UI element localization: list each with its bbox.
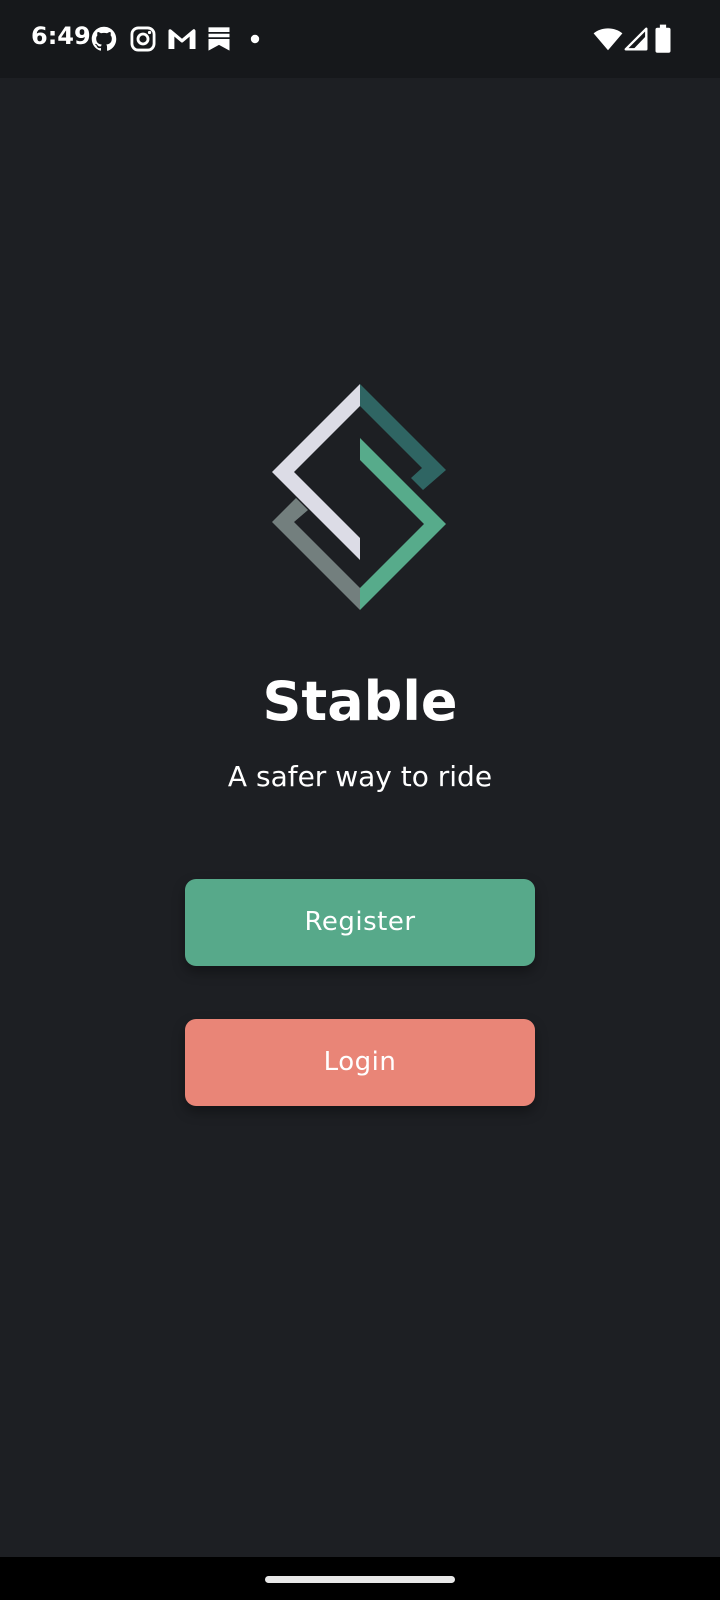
- welcome-screen: 6:49 Stable A safer way to ride Register…: [0, 0, 720, 1600]
- cellular-signal-icon: [623, 24, 649, 54]
- github-icon: [90, 24, 118, 54]
- gmail-icon: [167, 24, 197, 54]
- home-indicator[interactable]: [265, 1576, 455, 1583]
- navigation-bar: [0, 1557, 720, 1600]
- login-button[interactable]: Login: [185, 1019, 535, 1106]
- battery-icon: [653, 24, 673, 54]
- stable-logo: [270, 382, 450, 614]
- register-button[interactable]: Register: [185, 879, 535, 966]
- instagram-icon: [129, 24, 157, 54]
- more-notifications-dot-icon: [248, 24, 262, 54]
- status-time: 6:49: [31, 22, 91, 50]
- wifi-icon: [593, 24, 623, 54]
- app-title: Stable: [262, 670, 458, 733]
- bookmark-icon: [205, 24, 233, 54]
- app-tagline: A safer way to ride: [227, 760, 493, 793]
- status-bar: 6:49: [0, 0, 720, 78]
